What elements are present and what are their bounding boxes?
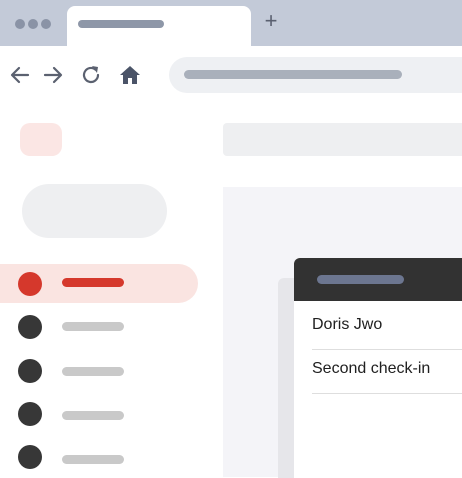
sidebar-item-label[interactable] <box>62 455 124 464</box>
tab-title-placeholder <box>78 20 164 28</box>
back-arrow-icon[interactable] <box>8 63 32 87</box>
compose-button[interactable] <box>22 184 167 238</box>
sidebar-item-icon <box>18 402 42 426</box>
sidebar-item-icon <box>18 315 42 339</box>
window-control-dot[interactable] <box>28 19 38 29</box>
sidebar-item-label[interactable] <box>62 278 124 287</box>
search-bar-placeholder[interactable] <box>223 123 462 156</box>
sidebar-item-icon <box>18 272 42 296</box>
forward-arrow-icon[interactable] <box>41 63 65 87</box>
card-divider <box>312 393 462 394</box>
card-header-title-placeholder <box>317 275 404 284</box>
sidebar-item-label[interactable] <box>62 411 124 420</box>
sidebar-item-label[interactable] <box>62 322 124 331</box>
refresh-icon[interactable] <box>79 63 103 87</box>
message-card: Doris Jwo Second check-in <box>294 258 462 478</box>
card-row-sender[interactable]: Doris Jwo <box>312 303 462 347</box>
sidebar-item-icon <box>18 445 42 469</box>
url-placeholder <box>184 70 402 79</box>
home-icon[interactable] <box>118 63 142 87</box>
sidebar-item-label[interactable] <box>62 367 124 376</box>
window-control-dot[interactable] <box>41 19 51 29</box>
sidebar-item-icon <box>18 359 42 383</box>
window-control-dot[interactable] <box>15 19 25 29</box>
app-logo <box>20 123 62 156</box>
card-row-subject[interactable]: Second check-in <box>312 347 462 391</box>
new-tab-button[interactable]: + <box>262 10 280 32</box>
